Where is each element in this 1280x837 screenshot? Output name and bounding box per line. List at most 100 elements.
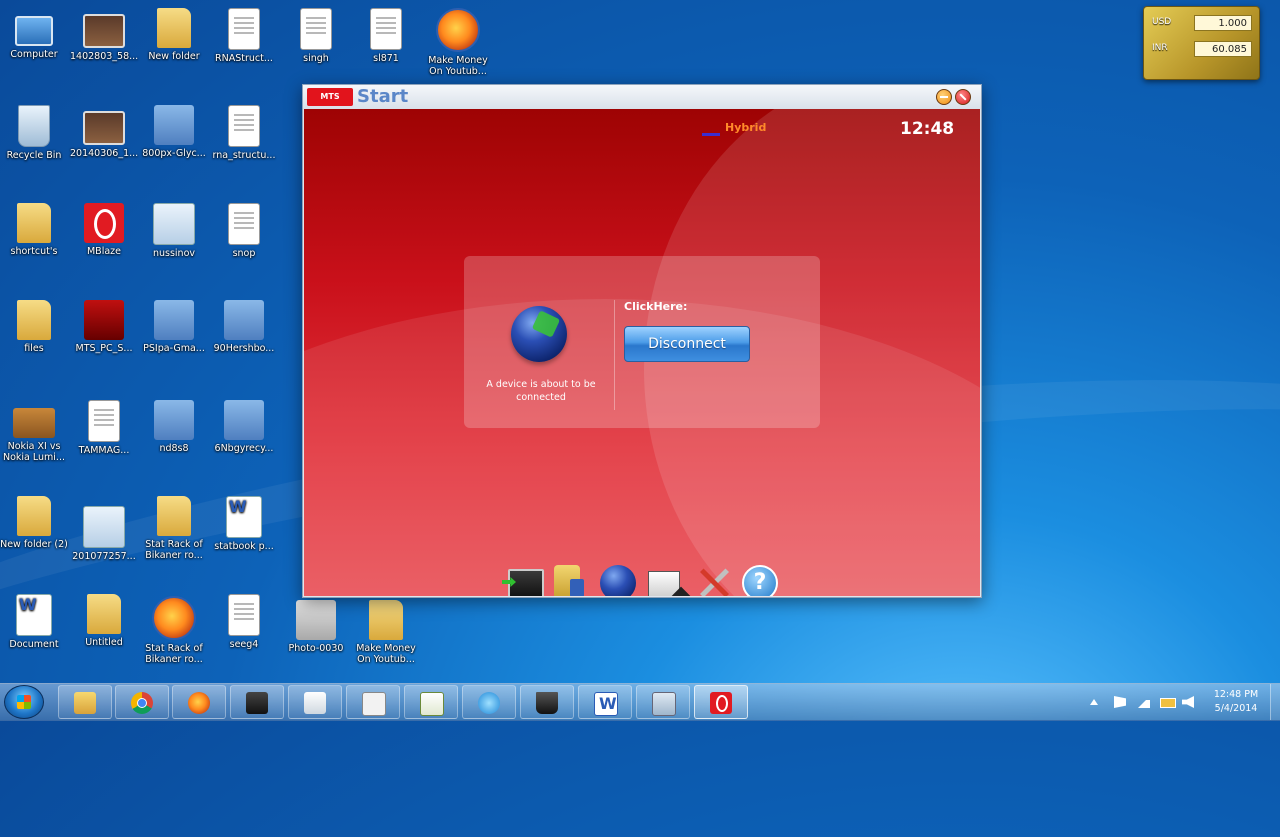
- photo-icon: [296, 600, 336, 640]
- desktop-icon-new-folder-2[interactable]: New folder (2): [0, 496, 68, 550]
- desktop-icon-tammag[interactable]: TAMMAG...: [70, 400, 138, 456]
- desktop-icon-label: nd8s8: [159, 443, 189, 454]
- taskbar-firefox[interactable]: [172, 685, 226, 719]
- desktop-icon-mts-pc[interactable]: MTS_PC_S...: [70, 300, 138, 354]
- desktop-icon-new-folder[interactable]: New folder: [140, 8, 208, 62]
- disconnect-button[interactable]: Disconnect: [624, 326, 750, 362]
- desktop-icon-statbook[interactable]: statbook p...: [210, 496, 278, 552]
- panel-divider: [614, 300, 615, 410]
- desktop-icon-800px[interactable]: 800px-Glyc...: [140, 105, 208, 159]
- minimize-button[interactable]: [936, 89, 952, 105]
- desktop-icon-make-money-folder[interactable]: Make Money On Youtub...: [352, 600, 420, 665]
- media-player-icon: [246, 692, 268, 714]
- taskbar-ie[interactable]: [462, 685, 516, 719]
- settings-tools-icon[interactable]: [696, 565, 732, 596]
- folder-icon: [17, 203, 51, 243]
- desktop-icon-6nbgy[interactable]: 6Nbgyrecy...: [210, 400, 278, 454]
- taskbar-clock[interactable]: 12:48 PM 5/4/2014: [1206, 688, 1266, 716]
- taskbar-word[interactable]: [578, 685, 632, 719]
- taskbar-mblaze[interactable]: [694, 685, 748, 719]
- desktop-icon-rnastruct[interactable]: RNAStruct...: [210, 8, 278, 64]
- window-title: Start: [357, 86, 409, 107]
- connection-monitor-icon[interactable]: [508, 569, 544, 596]
- close-button[interactable]: [955, 89, 971, 105]
- desktop-icon-shortcuts[interactable]: shortcut's: [0, 203, 68, 257]
- signal-icon: [702, 121, 720, 136]
- desktop-icon-mblaze[interactable]: MBlaze: [70, 203, 138, 257]
- taskbar-chart[interactable]: [404, 685, 458, 719]
- desktop-icon-files[interactable]: files: [0, 300, 68, 354]
- desktop-icon-photo[interactable]: 1402803_58...: [70, 8, 138, 62]
- show-hidden-icons-icon[interactable]: [1090, 699, 1098, 705]
- desktop-icon-psipa[interactable]: PSIpa-Gma...: [140, 300, 208, 354]
- internet-globe-icon[interactable]: [600, 565, 636, 596]
- title-bar[interactable]: MTS Start: [303, 85, 981, 109]
- desktop-icon-nd8s8[interactable]: nd8s8: [140, 400, 208, 454]
- currency-code[interactable]: INR: [1152, 43, 1168, 53]
- taskbar-graduation[interactable]: [520, 685, 574, 719]
- start-button[interactable]: [4, 685, 44, 719]
- app-clock: 12:48: [900, 119, 955, 139]
- desktop-icon-window[interactable]: 201077257...: [70, 506, 138, 562]
- desktop-icon-sl871[interactable]: sl871: [352, 8, 420, 64]
- desktop-icon-photo-2[interactable]: 20140306_1...: [70, 105, 138, 159]
- desktop-icon-rna-structu[interactable]: rna_structu...: [210, 105, 278, 161]
- show-desktop-button[interactable]: [1270, 684, 1280, 720]
- document-icon: [370, 8, 402, 50]
- action-center-flag-icon[interactable]: [1114, 696, 1126, 708]
- taskbar-media[interactable]: [230, 685, 284, 719]
- desktop-icon-label: Make Money On Youtub...: [428, 55, 488, 77]
- taskbar-picture[interactable]: [636, 685, 690, 719]
- network-icon[interactable]: [1138, 700, 1150, 708]
- desktop-icon-singh[interactable]: singh: [282, 8, 350, 64]
- desktop-icon-recycle-bin[interactable]: Recycle Bin: [0, 105, 68, 161]
- taskbar-date: 5/4/2014: [1214, 703, 1258, 714]
- folder-icon: [369, 600, 403, 640]
- desktop-icon-90hershbo[interactable]: 90Hershbo...: [210, 300, 278, 354]
- desktop-icon-document[interactable]: Document: [0, 594, 68, 650]
- desktop-icon-snop[interactable]: snop: [210, 203, 278, 259]
- help-icon[interactable]: ?: [742, 565, 778, 596]
- taskbar-app[interactable]: [346, 685, 400, 719]
- power-icon[interactable]: [1160, 698, 1176, 708]
- system-tray: [1090, 684, 1200, 720]
- document-icon: [228, 594, 260, 636]
- taskbar-chrome[interactable]: [115, 685, 169, 719]
- taskbar-explorer[interactable]: [58, 685, 112, 719]
- paint-icon: [304, 692, 326, 714]
- firefox-icon: [152, 596, 196, 640]
- desktop-icon-untitled[interactable]: Untitled: [70, 594, 138, 648]
- desktop-icon-photo-0030[interactable]: Photo-0030: [282, 600, 350, 654]
- document-icon: [228, 8, 260, 50]
- desktop-icon-nussinov[interactable]: nussinov: [140, 203, 208, 259]
- usage-statistics-icon[interactable]: [554, 565, 584, 596]
- currency-code[interactable]: USD: [1152, 17, 1171, 27]
- mblaze-icon: [84, 203, 124, 243]
- desktop-icon-label: MTS_PC_S...: [75, 343, 133, 354]
- app-client-area: Hybrid 12:48 A device is about to be con…: [304, 109, 980, 596]
- volume-icon[interactable]: [1182, 696, 1194, 708]
- desktop-icon-label: Stat Rack of Bikaner ro...: [145, 539, 203, 561]
- currency-value[interactable]: 60.085: [1194, 41, 1252, 57]
- word-document-icon: [226, 496, 262, 538]
- currency-gadget[interactable]: USD 1.000 INR 60.085: [1143, 6, 1260, 80]
- currency-value[interactable]: 1.000: [1194, 15, 1252, 31]
- desktop-icon-computer[interactable]: Computer: [0, 8, 68, 60]
- recycle-bin-icon: [18, 105, 50, 147]
- close-icon: [959, 93, 967, 101]
- desktop-icon-label: TAMMAG...: [78, 445, 130, 456]
- desktop-icon-label: rna_structu...: [212, 150, 276, 161]
- graduation-cap-icon: [536, 692, 558, 714]
- taskbar-paint[interactable]: [288, 685, 342, 719]
- computer-icon: [15, 16, 53, 46]
- desktop-icon-label: seeg4: [229, 639, 259, 650]
- folder-icon: [157, 496, 191, 536]
- desktop-icon-make-money[interactable]: Make Money On Youtub...: [424, 8, 492, 77]
- desktop-icon-stat-rack-folder[interactable]: Stat Rack of Bikaner ro...: [140, 496, 208, 561]
- chrome-icon: [131, 692, 153, 714]
- currency-row-usd: USD 1.000: [1150, 15, 1254, 33]
- desktop-icon-stat-rack-firefox[interactable]: Stat Rack of Bikaner ro...: [140, 596, 208, 665]
- desktop-icon-seeg4[interactable]: seeg4: [210, 594, 278, 650]
- sms-icon[interactable]: [648, 571, 680, 596]
- desktop-icon-nokia[interactable]: Nokia XI vs Nokia Lumi...: [0, 402, 68, 463]
